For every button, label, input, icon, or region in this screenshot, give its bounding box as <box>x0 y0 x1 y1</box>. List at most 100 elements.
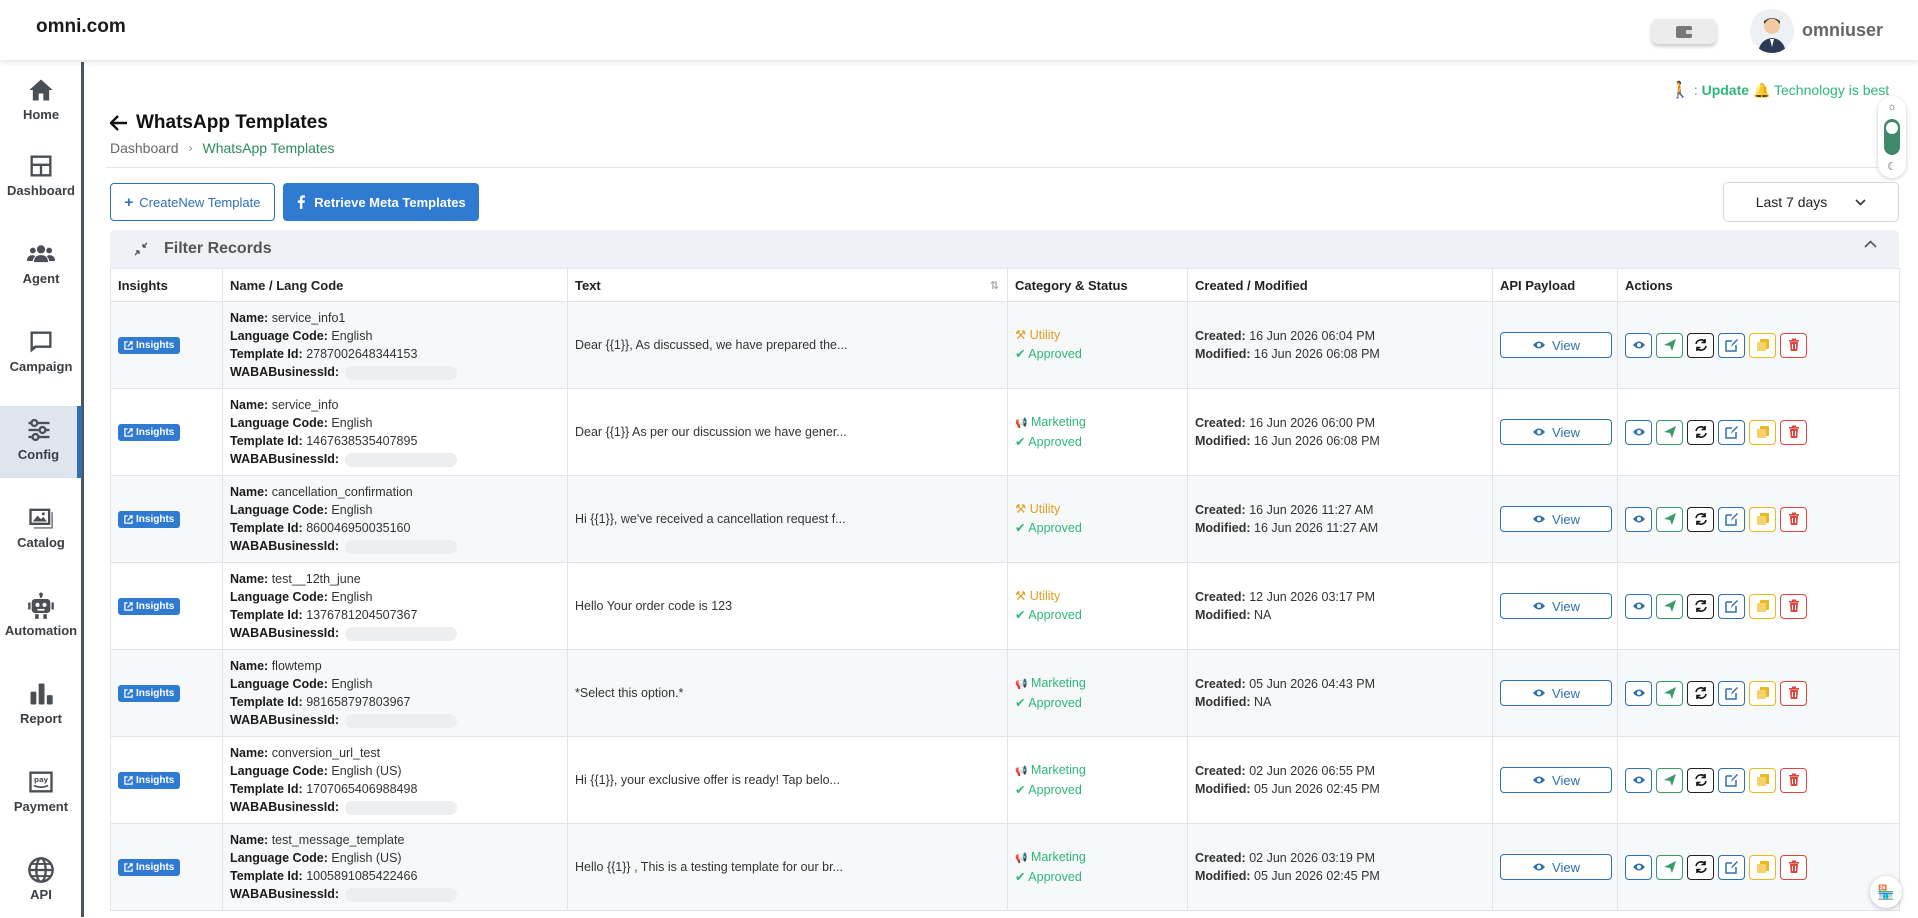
copy-button[interactable] <box>1749 680 1776 706</box>
dates-cell: Created: 02 Jun 2026 03:19 PM Modified: … <box>1187 823 1493 911</box>
edit-icon <box>1724 687 1738 700</box>
external-link-icon <box>124 427 133 437</box>
wallet-icon <box>1676 25 1692 38</box>
copy-button[interactable] <box>1749 506 1776 532</box>
sync-button[interactable] <box>1687 332 1714 358</box>
insights-button[interactable]: Insights <box>118 597 181 615</box>
theme-switch[interactable] <box>1884 118 1900 155</box>
edit-button[interactable] <box>1718 593 1745 619</box>
eye-icon <box>1533 602 1546 610</box>
language-code: English (US) <box>331 851 402 865</box>
sidebar-item-home[interactable]: Home <box>0 66 82 138</box>
category-cell: 📢 Marketing ✔ Approved <box>1007 649 1188 737</box>
view-payload-button[interactable]: View <box>1500 767 1612 793</box>
username[interactable]: omniuser <box>1802 20 1883 41</box>
sidebar-item-payment[interactable]: pay Payment <box>0 758 82 830</box>
sort-icon[interactable]: ⇅ <box>990 279 999 292</box>
retrieve-meta-templates-button[interactable]: Retrieve Meta Templates <box>283 183 479 221</box>
preview-button[interactable] <box>1625 419 1652 445</box>
preview-button[interactable] <box>1625 593 1652 619</box>
dates-cell: Created: 16 Jun 2026 06:04 PM Modified: … <box>1187 301 1493 389</box>
sync-button[interactable] <box>1687 680 1714 706</box>
preview-button[interactable] <box>1625 854 1652 880</box>
filter-records-bar[interactable]: Filter Records <box>110 230 1899 268</box>
store-float-button[interactable]: 🏪 <box>1870 876 1902 908</box>
theme-toggle[interactable]: ☼ ☾ <box>1878 96 1906 178</box>
sync-button[interactable] <box>1687 419 1714 445</box>
edit-button[interactable] <box>1718 419 1745 445</box>
send-button[interactable] <box>1656 506 1683 532</box>
view-payload-button[interactable]: View <box>1500 419 1612 445</box>
send-button[interactable] <box>1656 332 1683 358</box>
edit-button[interactable] <box>1718 854 1745 880</box>
edit-button[interactable] <box>1718 680 1745 706</box>
delete-button[interactable] <box>1780 680 1807 706</box>
sync-button[interactable] <box>1687 767 1714 793</box>
chevron-up-icon[interactable] <box>1864 240 1877 248</box>
back-arrow-icon[interactable] <box>110 115 128 131</box>
delete-button[interactable] <box>1780 332 1807 358</box>
insights-button[interactable]: Insights <box>118 684 181 702</box>
send-button[interactable] <box>1656 854 1683 880</box>
send-button[interactable] <box>1656 767 1683 793</box>
waba-id-masked <box>344 539 457 554</box>
sync-button[interactable] <box>1687 593 1714 619</box>
view-payload-button[interactable]: View <box>1500 593 1612 619</box>
send-button[interactable] <box>1656 593 1683 619</box>
eye-icon <box>1632 863 1645 871</box>
preview-button[interactable] <box>1625 332 1652 358</box>
modified-date: 16 Jun 2026 06:08 PM <box>1254 434 1380 448</box>
sidebar-item-agent[interactable]: Agent <box>0 230 82 302</box>
delete-button[interactable] <box>1780 506 1807 532</box>
wallet-button[interactable] <box>1652 19 1716 44</box>
brand-logo[interactable]: omni.com <box>36 16 126 38</box>
sync-button[interactable] <box>1687 506 1714 532</box>
delete-button[interactable] <box>1780 767 1807 793</box>
modified-date: NA <box>1254 608 1272 622</box>
delete-button[interactable] <box>1780 854 1807 880</box>
send-button[interactable] <box>1656 680 1683 706</box>
template-id: 860046950035160 <box>306 521 411 535</box>
breadcrumb-home[interactable]: Dashboard <box>110 140 179 156</box>
preview-button[interactable] <box>1625 680 1652 706</box>
view-payload-button[interactable]: View <box>1500 854 1612 880</box>
copy-button[interactable] <box>1749 854 1776 880</box>
send-button[interactable] <box>1656 419 1683 445</box>
view-payload-button[interactable]: View <box>1500 332 1612 358</box>
copy-button[interactable] <box>1749 419 1776 445</box>
name-cell: Name: test__12th_june Language Code: Eng… <box>222 562 568 650</box>
sidebar-item-api[interactable]: API <box>0 846 82 918</box>
copy-icon <box>1756 774 1769 786</box>
insights-button[interactable]: Insights <box>118 336 181 354</box>
sidebar-item-campaign[interactable]: Campaign <box>0 318 82 390</box>
text-cell: Hi {{1}}, we've received a cancellation … <box>567 475 1008 563</box>
sidebar-item-dashboard[interactable]: Dashboard <box>0 142 82 214</box>
preview-button[interactable] <box>1625 767 1652 793</box>
avatar[interactable] <box>1750 9 1794 53</box>
trash-icon <box>1788 686 1799 699</box>
sidebar-item-config[interactable]: Config <box>0 406 82 478</box>
view-payload-button[interactable]: View <box>1500 680 1612 706</box>
sidebar-item-report[interactable]: Report <box>0 670 82 742</box>
preview-button[interactable] <box>1625 506 1652 532</box>
edit-button[interactable] <box>1718 767 1745 793</box>
insights-button[interactable]: Insights <box>118 858 181 876</box>
edit-button[interactable] <box>1718 506 1745 532</box>
sync-button[interactable] <box>1687 854 1714 880</box>
send-icon <box>1663 513 1676 525</box>
sidebar-item-automation[interactable]: Automation <box>0 582 82 654</box>
header-text[interactable]: Text ⇅ <box>567 268 1008 302</box>
delete-button[interactable] <box>1780 419 1807 445</box>
sidebar-item-catalog[interactable]: Catalog <box>0 494 82 566</box>
insights-button[interactable]: Insights <box>118 771 181 789</box>
create-template-button[interactable]: + CreateNew Template <box>110 183 275 221</box>
delete-button[interactable] <box>1780 593 1807 619</box>
copy-button[interactable] <box>1749 593 1776 619</box>
copy-button[interactable] <box>1749 332 1776 358</box>
insights-button[interactable]: Insights <box>118 510 181 528</box>
edit-button[interactable] <box>1718 332 1745 358</box>
copy-button[interactable] <box>1749 767 1776 793</box>
insights-button[interactable]: Insights <box>118 423 181 441</box>
view-payload-button[interactable]: View <box>1500 506 1612 532</box>
date-range-select[interactable]: Last 7 days <box>1723 182 1899 222</box>
